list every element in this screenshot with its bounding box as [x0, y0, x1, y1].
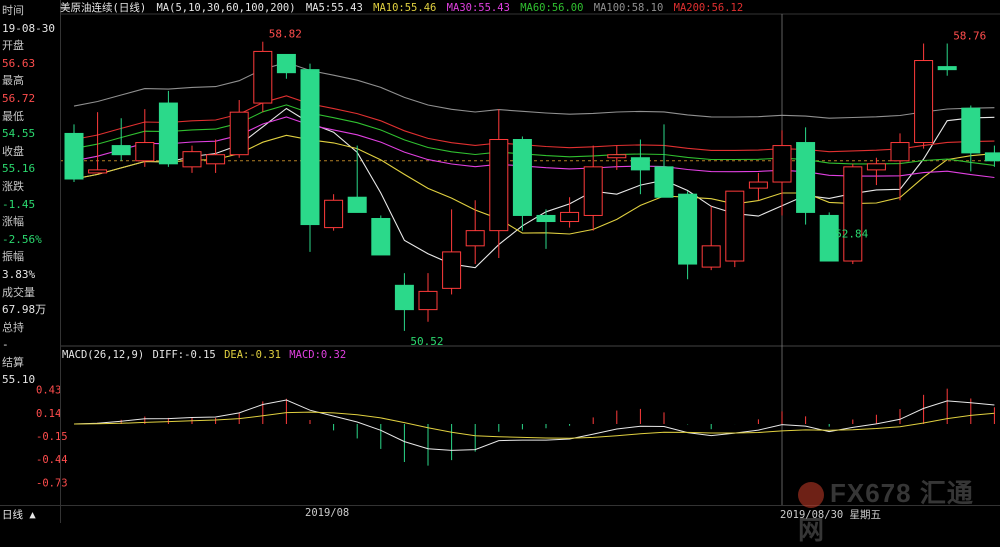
month-label: 2019/08	[305, 507, 350, 519]
candle-body	[182, 151, 202, 168]
ma5-value: MA5:55.43	[305, 2, 363, 14]
sidebar-label: 振幅	[2, 250, 24, 264]
candle-body	[111, 145, 131, 156]
ma100-line	[73, 61, 995, 119]
candle-body	[701, 245, 721, 268]
candle-body	[937, 66, 957, 71]
candle-body	[300, 69, 320, 226]
up-triangle-icon: ▲	[29, 509, 36, 521]
macd-label: MACD(26,12,9)	[62, 349, 145, 361]
sidebar-label: 开盘	[2, 39, 24, 53]
sidebar-value: 55.10	[2, 373, 36, 387]
chart-title[interactable]: 美原油连续(日线)	[60, 2, 146, 14]
candle-body	[229, 111, 249, 156]
sidebar-value: 19-08-30	[2, 21, 55, 35]
ma200-line	[73, 95, 995, 153]
ma10-value: MA10:55.46	[373, 2, 437, 14]
macd-value: MACD:0.32	[289, 349, 347, 361]
candle-body	[442, 251, 462, 289]
candle-body	[725, 190, 745, 262]
period-selector[interactable]: 日线 ▲	[2, 507, 36, 522]
candle-body	[796, 142, 816, 213]
sidebar-value: 3.83%	[2, 267, 36, 281]
sidebar-value: -2.56%	[2, 232, 42, 246]
sidebar-label: 涨跌	[2, 179, 24, 193]
ma60-value: MA60:56.00	[520, 2, 584, 14]
candle-body	[984, 152, 1000, 162]
price-annotation: 50.52	[410, 335, 443, 348]
candle-body	[135, 142, 155, 162]
sidebar-value: 56.72	[2, 91, 36, 105]
sidebar-label: 最高	[2, 74, 24, 88]
candle-body	[961, 107, 981, 154]
candle-body	[512, 139, 532, 216]
candle-body	[324, 199, 344, 229]
ma100-value: MA100:58.10	[593, 2, 664, 14]
sidebar-label: 最低	[2, 109, 24, 123]
candle-body	[607, 154, 627, 159]
sidebar-label: 结算	[2, 355, 24, 369]
ma30-value: MA30:55.43	[446, 2, 510, 14]
sidebar-label: 时间	[2, 4, 24, 17]
sidebar-value: 54.55	[2, 127, 36, 141]
sidebar-label: 收盘	[2, 144, 24, 158]
watermark: FX678 汇通网	[798, 478, 974, 545]
candle-body	[890, 142, 910, 162]
candle-body	[206, 154, 226, 165]
candle-body	[347, 196, 367, 213]
info-sidebar: 时间 19-08-30 开盘 56.63 最高 56.72 最低 54.55 收盘 55.16 涨跌…	[0, 0, 61, 523]
candle-body	[418, 290, 438, 311]
candle-body	[843, 166, 863, 262]
candle-body	[465, 230, 485, 247]
sidebar-value: 56.63	[2, 56, 36, 70]
diff-line	[73, 399, 995, 451]
candle-body	[394, 284, 414, 311]
sidebar-value: -	[2, 338, 9, 352]
candle-body	[489, 139, 509, 232]
candle-body	[560, 211, 580, 223]
ma-params: MA(5,10,30,60,100,200)	[156, 2, 296, 14]
candle-body	[748, 181, 768, 189]
candle-body	[772, 145, 792, 183]
diff-value: DIFF:-0.15	[152, 349, 216, 361]
candle-body	[914, 60, 934, 144]
sidebar-value: 67.98万	[2, 303, 47, 317]
sidebar-value: 55.16	[2, 162, 36, 176]
sidebar-label: 总持	[2, 320, 24, 334]
sidebar-value: -1.45	[2, 197, 36, 211]
candle-body	[253, 50, 273, 104]
fx678-logo-icon	[798, 482, 824, 509]
candle-body	[866, 163, 886, 171]
candle-body	[158, 102, 178, 165]
ma200-value: MA200:56.12	[673, 2, 744, 14]
candle-body	[630, 157, 650, 171]
chart-header: 美原油连续(日线) MA(5,10,30,60,100,200) MA5:55.…	[60, 0, 747, 14]
candle-body	[88, 169, 108, 174]
candle-body	[654, 166, 674, 198]
candle-body	[583, 166, 603, 216]
candle-body	[678, 193, 698, 265]
dea-value: DEA:-0.31	[224, 349, 281, 361]
price-annotation: 58.82	[269, 28, 302, 41]
sidebar-label: 成交量	[2, 285, 35, 299]
sidebar-label: 涨幅	[2, 215, 24, 229]
candle-body	[371, 217, 391, 256]
dea-line	[73, 411, 995, 439]
price-annotation: 52.84	[835, 227, 868, 240]
price-annotation: 58.76	[953, 30, 986, 43]
candle-body	[536, 214, 556, 223]
chart-canvas: 58.8250.5252.8458.760.430.14-0.15-0.44-0…	[36, 13, 1000, 505]
macd-header: MACD(26,12,9) DIFF:-0.15 DEA:-0.31 MACD:…	[62, 349, 348, 361]
candle-body	[64, 132, 84, 180]
candle-body	[276, 53, 296, 74]
